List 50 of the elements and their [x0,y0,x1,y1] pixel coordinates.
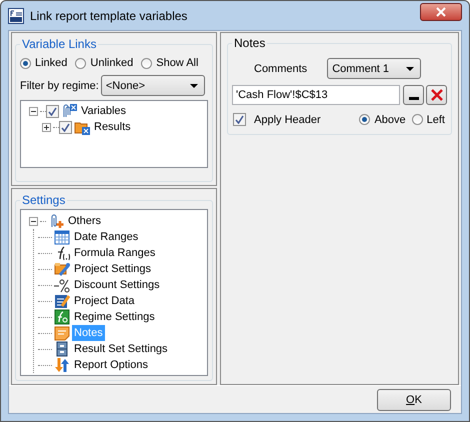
radio-button[interactable]: Linked [20,57,68,69]
minimize-icon [408,97,418,100]
comments-dropdown[interactable]: Comment 1 [327,58,422,79]
note-icon [54,325,70,341]
function-icon [54,309,70,325]
tree-item[interactable]: Regime Settings [72,309,157,325]
collapse-icon[interactable] [29,216,38,226]
radio-button[interactable]: Unlinked [75,57,134,69]
group-title: Settings [21,193,66,207]
window-title: Link report template variables [30,8,188,22]
filter-label: Filter by regime: [20,80,99,92]
percent-icon [54,277,70,293]
collapse-button[interactable] [403,85,424,105]
apply-header-checkbox[interactable]: Apply Header [233,113,321,126]
tree-item[interactable]: Formula Ranges [72,245,158,261]
radio-button[interactable]: Above [359,114,406,126]
tree-item[interactable]: Date Ranges [72,229,140,245]
tree-item[interactable]: Results [92,119,133,135]
caret-icon [190,84,198,88]
ok-button[interactable]: OK [377,388,451,410]
tree-item[interactable]: Variables [79,103,128,119]
close-button[interactable] [420,2,462,20]
delete-icon [430,88,444,102]
delete-button[interactable] [426,85,447,105]
expand-icon[interactable] [42,122,51,132]
tree-item[interactable]: Discount Settings [72,277,162,293]
tree-item[interactable]: Project Data [72,293,137,309]
group-title: Variable Links [21,37,98,51]
tree-item[interactable]: Others [66,213,104,229]
comments-label: Comments [254,62,308,74]
checkbox[interactable] [59,120,72,134]
tree-item[interactable]: Project Settings [72,261,154,277]
tree-item[interactable]: Result Set Settings [72,341,170,357]
close-icon [436,6,446,16]
radio-button[interactable]: Show All [141,57,198,69]
group-title: Notes [233,36,266,50]
arrows-icon [54,357,70,373]
app-icon [8,8,24,24]
tree-item[interactable]: Report Options [72,357,150,373]
variables-icon [61,103,77,119]
regime-dropdown[interactable]: <None> [100,75,205,96]
cabinet-icon [54,341,70,357]
calendar-icon [54,229,70,245]
checkbox[interactable] [46,104,59,118]
pencil-icon [54,293,70,309]
collapse-icon[interactable] [29,106,38,116]
checkbox[interactable] [233,113,246,126]
cell-reference-field[interactable]: 'Cash Flow'!$C$13 [232,85,400,105]
caret-icon [406,66,414,70]
radio-button[interactable]: Left [412,114,445,126]
